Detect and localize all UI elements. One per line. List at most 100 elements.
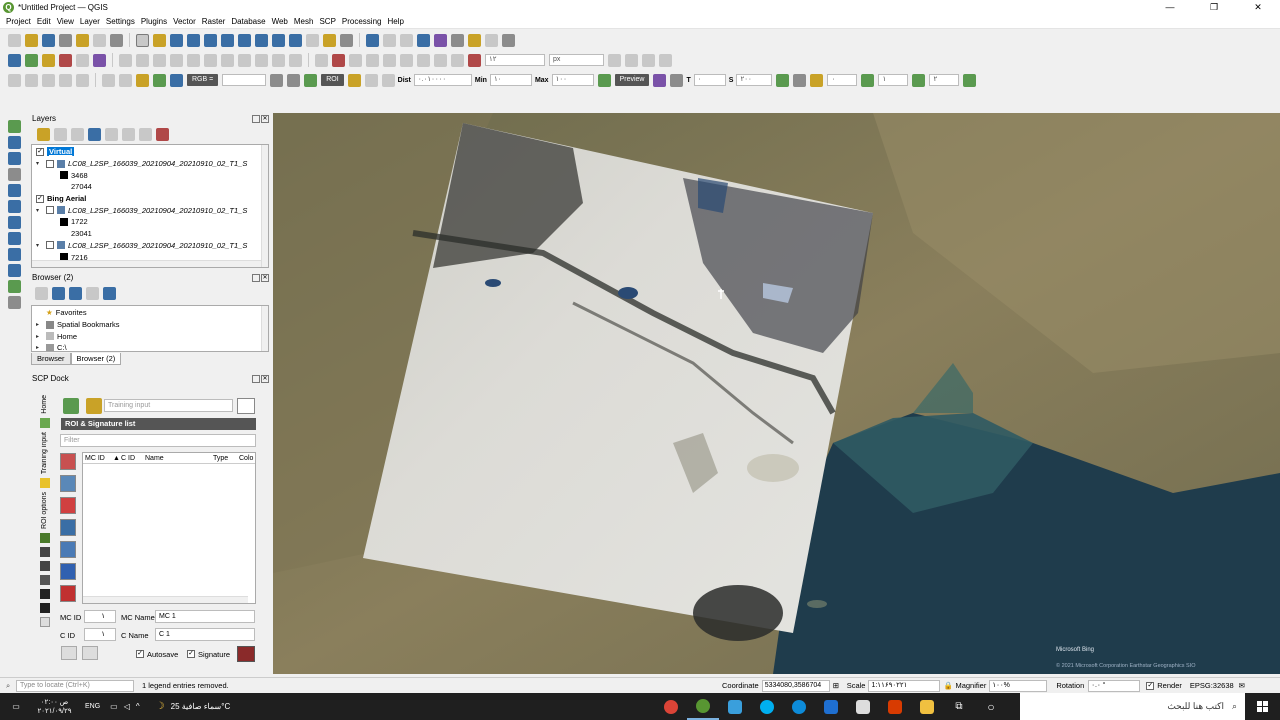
save-project-icon[interactable] [42,33,55,47]
refresh-icon[interactable] [52,286,65,300]
rotation-field[interactable]: ۰.۰ ° [1088,679,1141,692]
data-source-manager-icon[interactable] [8,53,21,67]
menu-scp[interactable]: SCP [316,17,338,26]
new-temp-layer-icon[interactable] [76,53,89,67]
zoom-full-icon[interactable] [204,33,217,47]
layer-tree-row[interactable]: ✓ Virtual [36,146,268,158]
preview-classification-icon[interactable] [653,73,667,87]
menu-web[interactable]: Web [269,17,291,26]
new-training-icon[interactable] [86,398,102,414]
browser-item-favorites[interactable]: ★ Favorites [36,307,268,319]
label-highlight-icon[interactable] [332,53,345,67]
snap-intersection-icon[interactable] [659,53,672,67]
field-calc-icon[interactable] [400,33,413,47]
add-delimited-text-icon[interactable] [7,168,21,181]
scp-tool-a-icon[interactable] [776,73,790,87]
col-c-id[interactable]: C ID [121,453,145,463]
identify-icon[interactable] [366,33,379,47]
save-roi-icon[interactable] [82,646,98,660]
mc-name-field[interactable]: MC 1 [155,610,255,623]
col-color[interactable]: Colo [239,453,255,463]
text-annotation-icon[interactable] [502,33,515,47]
menu-help[interactable]: Help [384,17,406,26]
copy-features-icon[interactable] [238,53,251,67]
notification-icon[interactable]: ▭ [0,693,32,720]
col-mc-id[interactable]: MC ID [83,453,113,463]
tab-home[interactable]: Home [41,395,48,414]
scp-tool-c-icon[interactable] [810,73,824,87]
merge-icon[interactable] [59,73,72,87]
scp-zoom-icon[interactable] [170,73,183,87]
layer-tree-row[interactable]: ▾ LC08_L2SP_166039_20210904_20210910_02_T… [36,204,268,216]
menu-edit[interactable]: Edit [34,17,54,26]
maximize-button[interactable]: ❐ [1192,0,1236,15]
language-indicator[interactable]: ENG [85,703,100,710]
info-icon[interactable] [103,286,116,300]
close-panel-icon[interactable]: ✕ [261,274,269,282]
label-tool-icon[interactable] [315,53,328,67]
collapse-all-icon[interactable] [86,286,99,300]
layer-visibility-checkbox[interactable] [46,206,54,215]
preview-zoom-icon[interactable] [597,73,611,87]
delete-selected-icon[interactable] [204,53,217,67]
add-mesh-layer-icon[interactable] [7,152,21,165]
mc-id-field[interactable]: ۱ [84,610,116,623]
layer-tree-row[interactable]: ▾ LC08_L2SP_166039_20210904_20210910_02_T… [36,158,268,170]
collapse-icon[interactable]: ▾ [36,160,44,167]
zoom-layer-icon[interactable] [238,33,251,47]
pan-to-selection-icon[interactable] [153,33,166,47]
taskbar-chrome[interactable] [655,693,687,720]
current-edits-icon[interactable] [119,53,132,67]
digitize-icon[interactable] [170,53,183,67]
browser-item-home[interactable]: ▸ Home [36,330,268,342]
collapse-icon[interactable]: ▾ [36,242,44,249]
scp-local-cumulative-icon[interactable] [270,73,284,87]
menu-raster[interactable]: Raster [199,17,229,26]
undo-icon[interactable] [272,53,285,67]
browser-item-c-drive[interactable]: ▸ C:\ [36,342,268,351]
tracing-icon[interactable] [451,53,464,67]
start-button[interactable] [1245,693,1280,720]
bands-icon[interactable] [39,560,50,571]
tab-training-input[interactable]: Training input [41,432,48,474]
self-snap-icon[interactable] [642,53,655,67]
layers-icon[interactable] [39,546,50,557]
layer-visibility-checkbox[interactable]: ✓ [36,194,44,203]
redo-icon[interactable] [289,53,302,67]
lock-icon[interactable]: 🔒 [943,681,953,690]
filter-icon[interactable] [69,286,82,300]
roi-redo-icon[interactable] [381,73,395,87]
taskbar-store[interactable] [847,693,879,720]
collapse-icon[interactable]: ▾ [36,207,44,214]
add-wfs-icon[interactable] [7,264,21,277]
layer-tree-hscrollbar[interactable] [32,260,261,267]
snapping-icon[interactable] [434,53,447,67]
taskbar-skype[interactable] [751,693,783,720]
render-checkbox[interactable]: ✓ [1146,681,1155,690]
tray-chevron-icon[interactable]: ^ [136,702,140,711]
menu-project[interactable]: Project [3,17,34,26]
topology-icon[interactable] [608,53,621,67]
browser-item-bookmarks[interactable]: ▸ Spatial Bookmarks [36,319,268,331]
zoom-out-icon[interactable] [187,33,200,47]
new-virtual-layer-icon[interactable] [93,53,106,67]
offset-icon[interactable] [76,73,89,87]
undo-roi-icon[interactable] [61,646,77,660]
preview-button[interactable]: Preview [614,74,650,86]
zoom-next-icon[interactable] [289,33,302,47]
chart-icon[interactable] [39,574,50,585]
locator-input[interactable]: Type to locate (Ctrl+K) [16,679,134,692]
scp-std-stretch-icon[interactable] [287,73,301,87]
scp-merge-icon[interactable] [60,475,76,492]
advanced-digitize-icon[interactable] [468,53,481,67]
menu-plugins[interactable]: Plugins [138,17,170,26]
manage-themes-icon[interactable] [71,127,84,141]
layer-tree-row[interactable]: ▾ LC08_L2SP_166039_20210904_20210910_02_T… [36,240,268,252]
select-value-icon[interactable] [119,73,132,87]
deselect-icon[interactable] [136,73,149,87]
refresh-icon[interactable] [340,33,353,47]
add-wms-icon[interactable] [7,248,21,261]
menu-view[interactable]: View [54,17,77,26]
col-name[interactable]: Name [145,453,213,463]
show-labels-icon[interactable] [366,53,379,67]
